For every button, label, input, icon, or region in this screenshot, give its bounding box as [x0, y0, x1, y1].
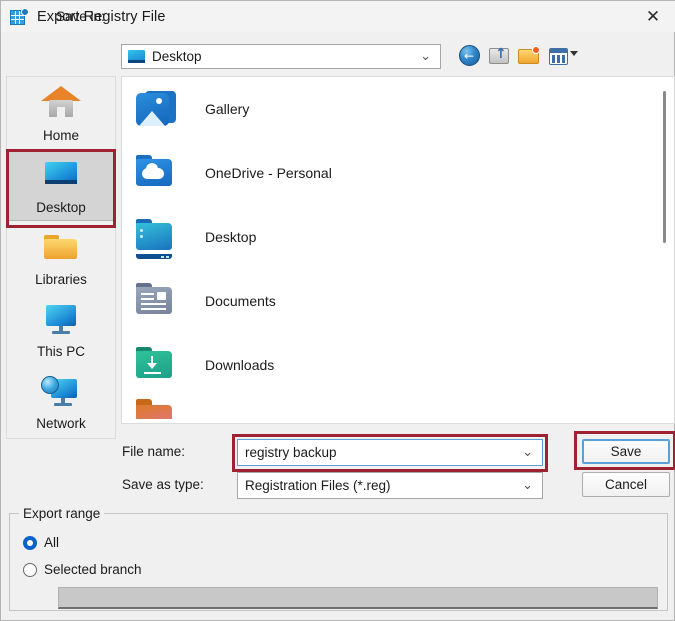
sidebar-item-libraries[interactable]: Libraries — [7, 221, 115, 293]
save-in-dropdown[interactable]: Desktop ⌄ — [121, 44, 441, 69]
chevron-down-icon: ⌄ — [420, 49, 431, 64]
desktop-monitor-icon — [128, 50, 145, 63]
file-name-value: registry backup — [245, 445, 337, 460]
sidebar-item-desktop[interactable]: Desktop — [7, 149, 115, 221]
list-item[interactable]: Gallery — [122, 77, 674, 141]
list-item[interactable]: Downloads — [122, 333, 674, 397]
sidebar-item-home[interactable]: Home — [7, 77, 115, 149]
back-arrow-icon[interactable]: ← — [459, 45, 481, 67]
sidebar-item-label: Libraries — [35, 271, 87, 287]
onedrive-folder-icon — [133, 151, 181, 195]
sidebar-item-network[interactable]: Network — [7, 365, 115, 437]
list-item-label: OneDrive - Personal — [205, 165, 332, 181]
registry-editor-icon — [10, 7, 29, 26]
chevron-down-icon[interactable] — [570, 51, 578, 56]
export-range-legend: Export range — [19, 506, 105, 521]
file-list-scrollbar[interactable] — [656, 77, 673, 423]
views-icon[interactable] — [549, 45, 579, 67]
list-item-label: Documents — [205, 293, 276, 309]
chevron-down-icon[interactable]: ⌄ — [522, 478, 533, 493]
radio-selected-branch[interactable]: Selected branch — [23, 562, 142, 577]
gallery-photos-icon — [133, 87, 181, 131]
up-one-level-icon[interactable] — [489, 45, 511, 67]
orange-folder-icon — [133, 397, 181, 423]
list-item[interactable]: Documents — [122, 269, 674, 333]
save-as-type-dropdown[interactable]: Registration Files (*.reg) ⌄ — [237, 472, 543, 499]
sidebar-item-label: This PC — [36, 343, 85, 359]
radio-all[interactable]: All — [23, 535, 59, 550]
list-item-label: Desktop — [205, 229, 257, 245]
this-pc-icon — [39, 300, 83, 340]
sidebar-item-label: Home — [42, 127, 79, 143]
save-in-value: Desktop — [152, 49, 202, 64]
radio-label: Selected branch — [44, 562, 142, 577]
sidebar-item-label: Desktop — [36, 199, 86, 215]
file-list[interactable]: Gallery OneDrive - Personal Desktop Docu… — [121, 76, 675, 424]
file-name-input[interactable]: registry backup ⌄ — [237, 439, 543, 466]
list-item-label: Gallery — [205, 101, 250, 117]
places-sidebar: Home Desktop Libraries This PC Network — [6, 76, 116, 439]
scrollbar-thumb[interactable] — [663, 91, 666, 243]
selected-branch-input[interactable] — [58, 587, 658, 609]
network-globe-icon — [39, 372, 83, 412]
documents-folder-icon — [133, 279, 181, 323]
sidebar-item-label: Network — [36, 415, 86, 431]
save-as-type-value: Registration Files (*.reg) — [245, 478, 391, 493]
list-item[interactable]: Desktop — [122, 205, 674, 269]
file-name-label: File name: — [122, 444, 186, 459]
close-icon[interactable]: ✕ — [630, 1, 675, 32]
desktop-monitor-icon — [39, 156, 83, 196]
chevron-down-icon[interactable]: ⌄ — [522, 445, 533, 460]
back-glyph: ← — [464, 49, 475, 63]
home-icon — [39, 84, 83, 124]
radio-label: All — [44, 535, 60, 550]
radio-indicator[interactable] — [23, 535, 37, 550]
save-in-label: Save in: — [56, 9, 105, 24]
save-button[interactable]: Save — [582, 439, 670, 464]
downloads-folder-icon — [133, 343, 181, 387]
cancel-button[interactable]: Cancel — [582, 472, 670, 497]
radio-indicator[interactable] — [23, 562, 37, 577]
list-item[interactable] — [122, 397, 674, 423]
libraries-folder-icon — [39, 228, 83, 268]
list-item[interactable]: OneDrive - Personal — [122, 141, 674, 205]
new-folder-icon[interactable] — [518, 45, 542, 67]
desktop-folder-icon — [133, 215, 181, 259]
list-item-label: Downloads — [205, 357, 275, 373]
export-registry-file-dialog: Export Registry File ✕ Save in: Desktop … — [0, 0, 675, 621]
save-as-type-label: Save as type: — [122, 477, 204, 492]
sidebar-item-this-pc[interactable]: This PC — [7, 293, 115, 365]
